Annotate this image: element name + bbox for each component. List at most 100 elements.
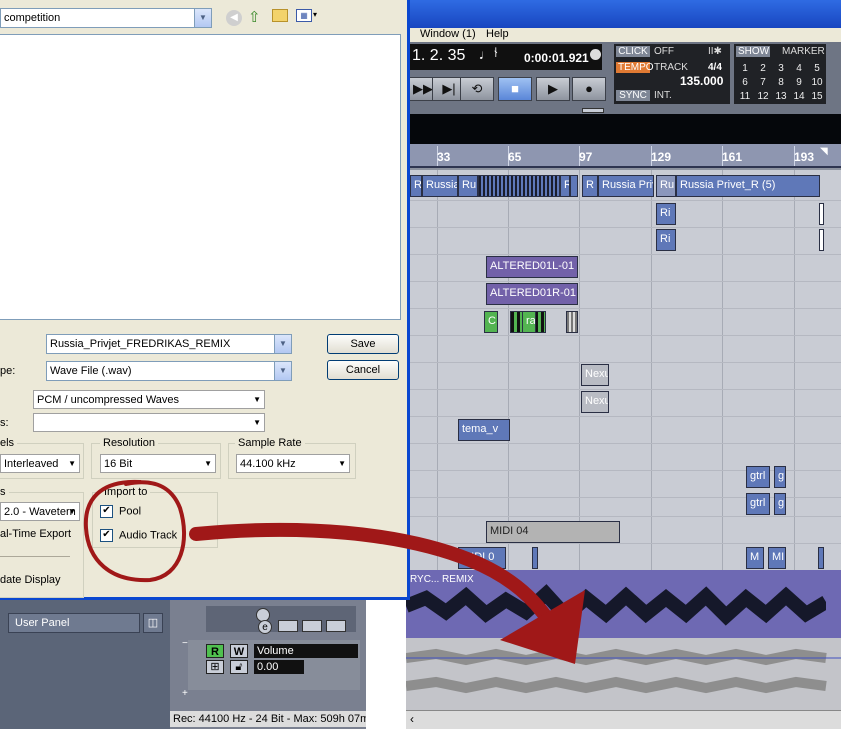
expand-icon[interactable]: + [182, 688, 188, 699]
cancel-button[interactable]: Cancel [327, 360, 399, 380]
event-part[interactable]: R [582, 175, 598, 197]
file-list[interactable] [0, 34, 401, 320]
marker-8[interactable]: 8 [772, 76, 790, 90]
event-part-altered-r[interactable]: ALTERED01R-01 [486, 283, 578, 305]
click-settings-icon[interactable]: II✱ [708, 46, 722, 57]
event-part[interactable] [818, 547, 824, 569]
marker-9[interactable]: 9 [790, 76, 808, 90]
event-part[interactable]: C [484, 311, 498, 333]
up-folder-icon[interactable]: ⇧ [248, 8, 261, 26]
lock-icon[interactable]: 🔓︎ [230, 660, 248, 674]
event-part-midi[interactable]: MII [768, 547, 786, 569]
send-icon[interactable] [326, 620, 346, 632]
chevron-down-icon[interactable]: ▼ [253, 414, 261, 431]
event-part-gtrl[interactable]: gtrl [746, 493, 770, 515]
outputs-select[interactable]: 2.0 - Wavetern ▼ [0, 502, 80, 521]
filetype-select[interactable]: Wave File (.wav) ▼ [46, 361, 292, 381]
menu-window[interactable]: Window (1) [420, 28, 476, 40]
user-panel-dropdown[interactable]: User Panel [8, 613, 140, 633]
timeline-ruler[interactable]: 33 65 97 129 161 193 ◥ [406, 144, 841, 168]
record-button[interactable]: ● [572, 77, 606, 101]
chevron-down-icon[interactable]: ▼ [253, 391, 261, 408]
event-part[interactable]: R [410, 175, 422, 197]
checkbox-checked-icon[interactable]: ✔ [100, 529, 113, 542]
event-part[interactable]: Ri [656, 229, 676, 251]
marker-14[interactable]: 14 [790, 90, 808, 104]
update-display-label[interactable]: date Display [0, 574, 61, 586]
insert-icon[interactable] [278, 620, 298, 632]
slider-handle[interactable] [582, 108, 604, 113]
event-part[interactable]: g [774, 493, 786, 515]
folder-combo[interactable]: competition ▼ [0, 8, 212, 28]
sync-button[interactable]: SYNC [616, 90, 650, 101]
cycle-button[interactable]: ⟲ [460, 77, 494, 101]
save-button[interactable]: Save [327, 334, 399, 354]
event-part[interactable]: ra [522, 311, 536, 333]
panel-layout-icon[interactable]: ◫ [143, 613, 163, 633]
chevron-down-icon[interactable]: ▼ [194, 9, 211, 27]
tempo-button[interactable]: TEMPO [616, 62, 654, 73]
attributes-select[interactable]: ▼ [33, 413, 265, 432]
back-icon[interactable]: ◀ [226, 10, 242, 26]
position-display[interactable]: 1. 2. 35 ♩ ⫮ 0:00:01.921 [406, 44, 602, 70]
event-part-midi[interactable]: MIDI 0 [458, 547, 506, 569]
show-button[interactable]: SHOW [736, 46, 770, 57]
marker-7[interactable]: 7 [754, 76, 772, 90]
chevron-down-icon[interactable]: ▼ [68, 455, 76, 472]
marker-6[interactable]: 6 [736, 76, 754, 90]
event-part-dense[interactable] [478, 175, 560, 197]
automation-parameter[interactable]: Volume [254, 644, 358, 658]
write-automation-button[interactable]: W [230, 644, 248, 658]
marker-12[interactable]: 12 [754, 90, 772, 104]
chevron-down-icon[interactable]: ▼ [274, 335, 291, 353]
marker-3[interactable]: 3 [772, 62, 790, 76]
read-automation-button[interactable]: R [206, 644, 224, 658]
chevron-down-icon[interactable]: ▼ [274, 362, 291, 380]
event-part[interactable] [819, 229, 824, 251]
event-part[interactable]: Russia Privet_R (5) [676, 175, 820, 197]
play-button[interactable]: ▶ [536, 77, 570, 101]
filename-input[interactable]: Russia_Privjet_FREDRIKAS_REMIX ▼ [46, 334, 292, 354]
eq-icon[interactable] [302, 620, 322, 632]
pool-checkbox[interactable]: ✔ Pool [100, 505, 141, 518]
event-part-nexus[interactable]: Nexu [581, 391, 609, 413]
marker-1[interactable]: 1 [736, 62, 754, 76]
audio-track-lane[interactable] [406, 638, 841, 710]
resolution-select[interactable]: 16 Bit ▼ [100, 454, 216, 473]
chevron-down-icon[interactable]: ▼ [68, 503, 76, 520]
event-part[interactable]: Ri [656, 203, 676, 225]
event-part-nexus[interactable]: Nexu [581, 364, 609, 386]
automation-value[interactable]: 0.00 [254, 660, 304, 674]
marker-13[interactable]: 13 [772, 90, 790, 104]
audio-track-checkbox[interactable]: ✔ Audio Track [100, 529, 177, 542]
event-part[interactable]: Ru [656, 175, 676, 197]
event-part[interactable] [819, 203, 824, 225]
new-folder-icon[interactable] [272, 9, 288, 22]
right-locator-icon[interactable]: ◥ [820, 146, 828, 157]
event-part-altered-l[interactable]: ALTERED01L-01 [486, 256, 578, 278]
collapse-icon[interactable]: − [182, 638, 188, 649]
marker-2[interactable]: 2 [754, 62, 772, 76]
chevron-down-icon[interactable]: ▼ [204, 455, 212, 472]
view-dropdown-icon[interactable]: ▾ [313, 10, 317, 19]
click-button[interactable]: CLICK [616, 46, 650, 57]
chevron-down-icon[interactable]: ▼ [338, 455, 346, 472]
event-part-tema[interactable]: tema_v [458, 419, 510, 441]
event-part[interactable] [570, 175, 578, 197]
event-part-midi04[interactable]: MIDI 04 [486, 521, 620, 543]
event-part[interactable]: Russia [422, 175, 458, 197]
show-lane-icon[interactable]: ⊞ [206, 660, 224, 674]
samplerate-select[interactable]: 44.100 kHz ▼ [236, 454, 350, 473]
marker-5[interactable]: 5 [808, 62, 826, 76]
project-event-display[interactable]: R Russia Ru R R Russia Priv Ru Russia Pr… [406, 170, 841, 570]
horizontal-scrollbar[interactable]: ‹ [406, 710, 841, 729]
marker-11[interactable]: 11 [736, 90, 754, 104]
event-part[interactable] [566, 311, 578, 333]
checkbox-checked-icon[interactable]: ✔ [100, 505, 113, 518]
channels-select[interactable]: Interleaved ▼ [0, 454, 80, 473]
event-part[interactable]: Ru [458, 175, 478, 197]
audio-event-remix[interactable]: RYC... REMIX [406, 570, 841, 638]
event-part[interactable]: R [560, 175, 570, 197]
event-part[interactable]: Russia Priv [598, 175, 654, 197]
edit-icon[interactable]: e [258, 620, 272, 634]
